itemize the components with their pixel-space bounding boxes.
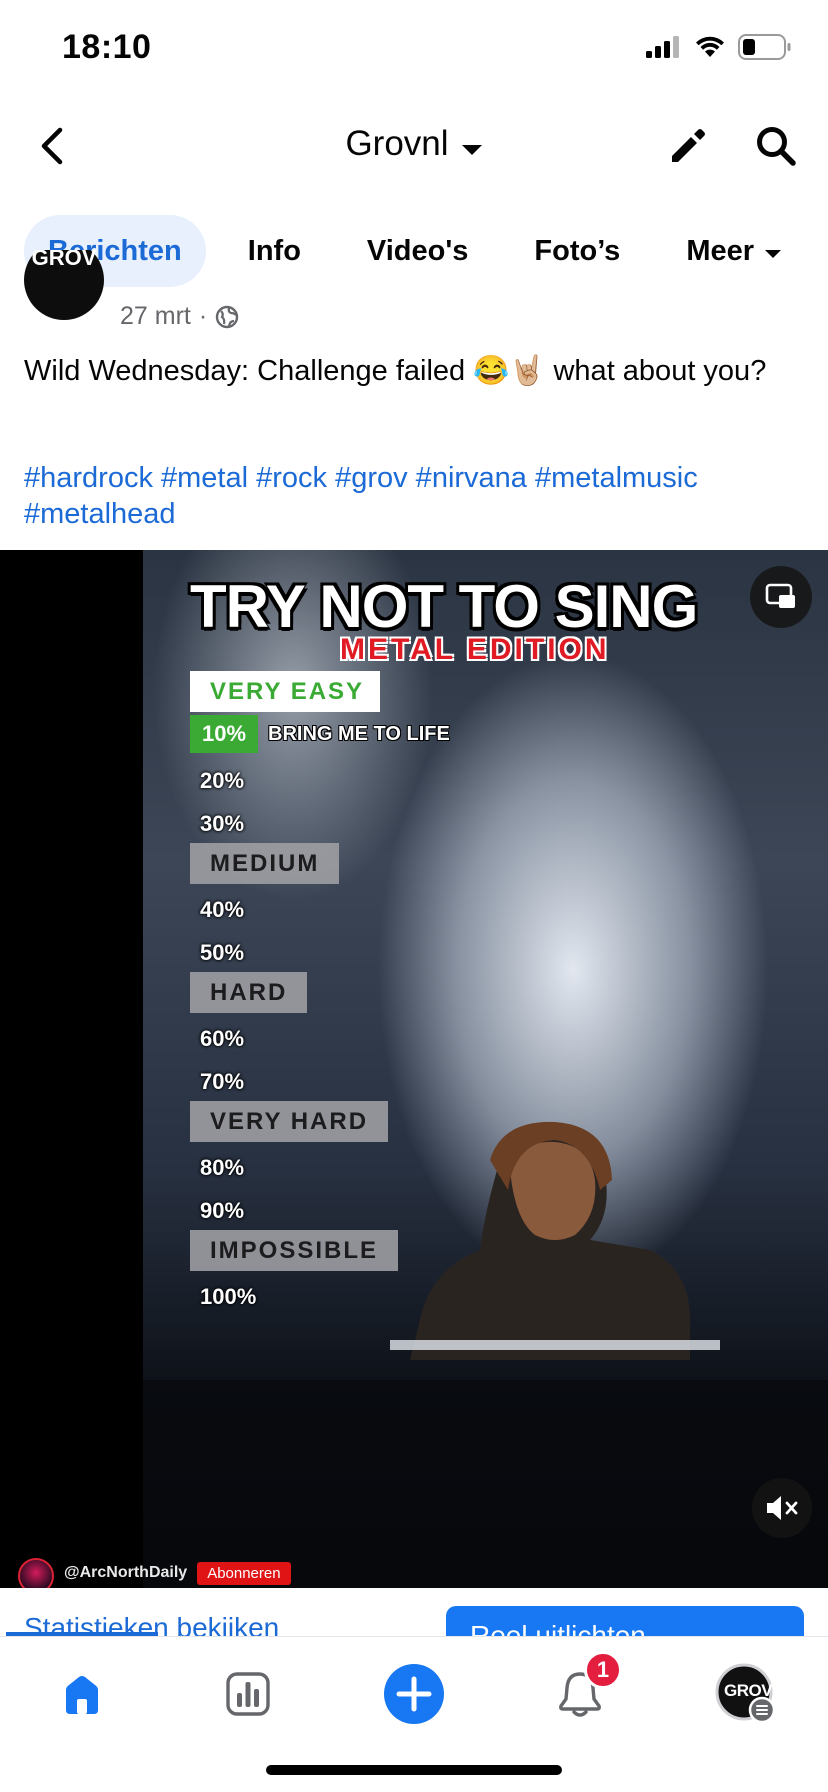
- post-hashtags[interactable]: #hardrock #metal #rock #grov #nirvana #m…: [24, 460, 804, 532]
- cellular-signal-icon: [646, 36, 679, 58]
- post-actions: Statistieken bekijken Reel uitlichten: [0, 1588, 828, 1636]
- page-header: Grovnl: [0, 110, 828, 184]
- picture-in-picture-button[interactable]: [750, 566, 812, 628]
- percentage-label: 60%: [200, 1026, 245, 1051]
- video-credit: @ArcNorthDaily Abonneren: [18, 1558, 291, 1588]
- video-title: TRY NOT TO SING: [190, 573, 698, 640]
- tab-label: Video's: [366, 234, 469, 267]
- status-icons: [646, 34, 792, 60]
- tab-label: Foto’s: [534, 234, 621, 267]
- percentage-label: 80%: [200, 1155, 245, 1180]
- caret-down-icon: [764, 235, 782, 268]
- profile-avatar-text: GROV: [724, 1681, 773, 1700]
- caret-down-icon: [461, 126, 483, 166]
- globe-icon: [215, 305, 239, 328]
- tab-fotos[interactable]: Foto’s: [510, 215, 644, 287]
- search-icon: [757, 127, 796, 166]
- percentage-label: 100%: [200, 1284, 257, 1309]
- battery-icon: [738, 34, 791, 60]
- meta-separator: ·: [198, 302, 208, 330]
- percentage-label: 40%: [200, 897, 245, 922]
- avatar-text: GROV: [31, 250, 97, 270]
- level-hard: HARD: [190, 972, 308, 1013]
- plus-circle-icon: [384, 1664, 444, 1724]
- post-message: Wild Wednesday: Challenge failed 😂🤘🏼 wha…: [24, 355, 767, 387]
- nav-profile-menu[interactable]: GROV: [706, 1659, 786, 1729]
- tab-label: Meer: [686, 234, 755, 267]
- nav-insights[interactable]: [208, 1659, 288, 1729]
- nav-create[interactable]: [374, 1659, 454, 1729]
- page-title: Grovnl: [345, 124, 449, 163]
- post-date[interactable]: 27 mrt: [120, 302, 191, 331]
- percentage-highlight: 10%: [190, 715, 258, 753]
- tab-label: Info: [247, 234, 301, 267]
- percentage-label: 30%: [200, 811, 245, 836]
- wifi-icon: [696, 36, 724, 57]
- page-tabs: Berichten Info Video's Foto’s Meer: [24, 215, 824, 287]
- credit-avatar: [18, 1558, 54, 1588]
- stage-shadow: [143, 1380, 828, 1588]
- notifications-badge: 1: [584, 1651, 622, 1689]
- unmute-button[interactable]: [752, 1478, 812, 1538]
- percentage-label: 50%: [200, 940, 245, 965]
- current-song: BRING ME TO LIFE: [268, 723, 450, 745]
- tab-videos[interactable]: Video's: [343, 215, 492, 287]
- credit-subscribe-badge: Abonneren: [197, 1561, 291, 1585]
- avatar: GROV: [24, 250, 104, 320]
- percentage-label: 20%: [200, 768, 245, 793]
- home-indicator: [266, 1765, 562, 1775]
- performer-silhouette: [390, 1121, 720, 1360]
- post-author-avatar[interactable]: GROV: [24, 250, 104, 340]
- status-bar: 18:10: [0, 0, 828, 100]
- speaker-muted-icon: [767, 1496, 798, 1520]
- level-very-easy: VERY EASY: [190, 671, 380, 712]
- edit-button[interactable]: [664, 122, 712, 170]
- status-time: 18:10: [62, 28, 152, 66]
- credit-handle: @ArcNorthDaily: [64, 1564, 188, 1581]
- percentage-label: 90%: [200, 1198, 245, 1223]
- pencil-icon: [672, 129, 705, 162]
- post-meta: 27 mrt ·: [120, 302, 239, 331]
- tab-meer[interactable]: Meer: [662, 215, 806, 287]
- insights-chart-icon: [226, 1672, 270, 1716]
- home-icon: [66, 1676, 98, 1714]
- tab-info[interactable]: Info: [224, 215, 325, 287]
- level-impossible: IMPOSSIBLE: [190, 1230, 399, 1271]
- percentage-label: 70%: [200, 1069, 245, 1094]
- picture-in-picture-icon: [765, 583, 795, 608]
- boost-reel-button[interactable]: Reel uitlichten: [446, 1606, 804, 1636]
- level-medium: MEDIUM: [190, 843, 340, 884]
- video-player[interactable]: TRY NOT TO SING METAL EDITION VERY EASY …: [0, 550, 828, 1588]
- search-button[interactable]: [752, 122, 800, 170]
- level-very-hard: VERY HARD: [190, 1101, 389, 1142]
- video-subtitle: METAL EDITION: [340, 633, 610, 666]
- nav-home[interactable]: [42, 1659, 122, 1729]
